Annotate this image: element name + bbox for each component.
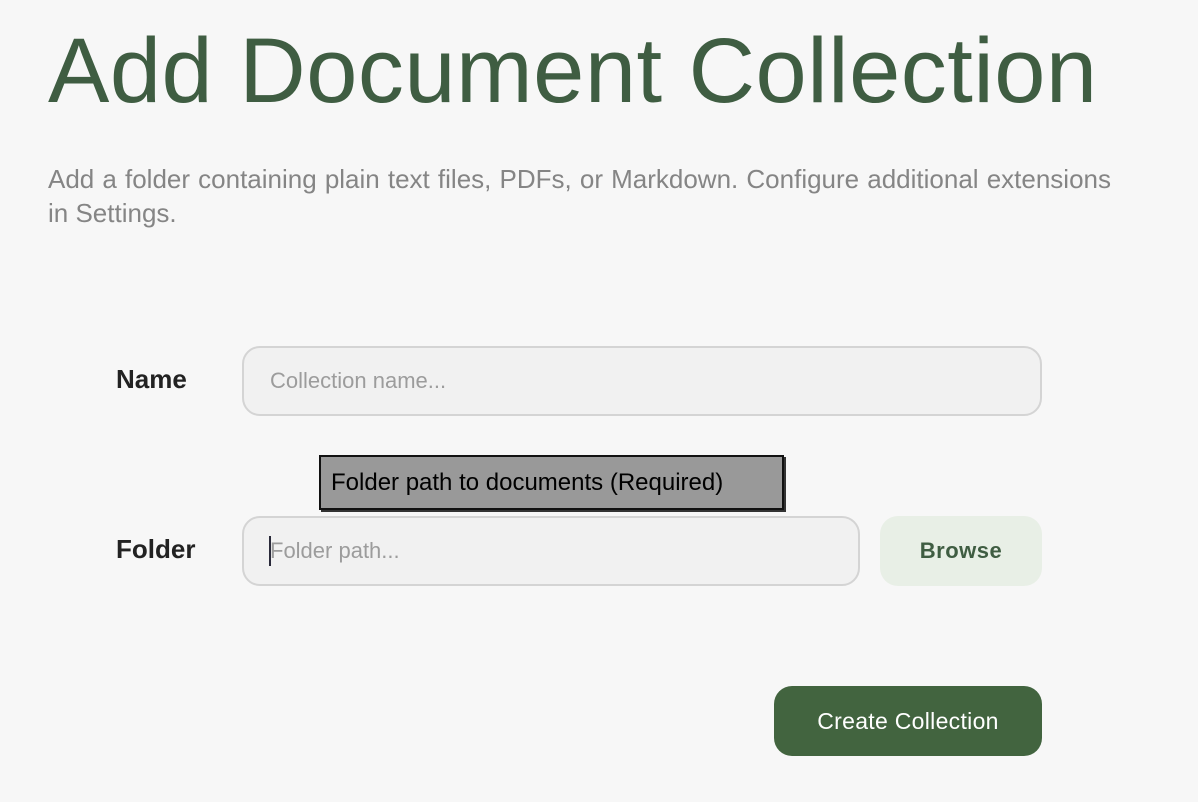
- collection-name-input[interactable]: [242, 346, 1042, 416]
- create-collection-button[interactable]: Create Collection: [774, 686, 1042, 756]
- browse-button[interactable]: Browse: [880, 516, 1042, 586]
- folder-label: Folder: [116, 534, 196, 564]
- folder-path-tooltip: Folder path to documents (Required): [319, 455, 784, 510]
- name-label: Name: [116, 364, 187, 394]
- page-title: Add Document Collection: [48, 20, 1098, 122]
- text-cursor: [269, 536, 271, 566]
- page-description: Add a folder containing plain text files…: [48, 164, 1111, 228]
- folder-path-input[interactable]: [242, 516, 860, 586]
